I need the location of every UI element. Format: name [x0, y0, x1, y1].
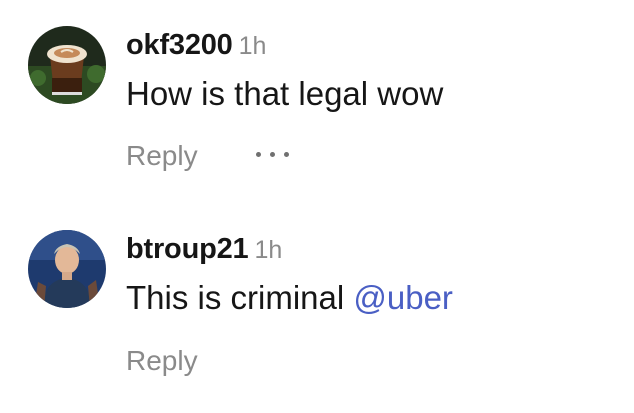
comment-header: btroup21 1h [126, 233, 282, 266]
comment-body: This is criminal [126, 279, 354, 316]
reply-button[interactable]: Reply [126, 140, 198, 172]
comment-header: okf3200 1h [126, 29, 266, 62]
comment-body: How is that legal wow [126, 75, 444, 112]
comment-text: This is criminal @uber [126, 279, 453, 317]
coffee-avatar-icon [28, 26, 106, 104]
avatar[interactable] [28, 26, 106, 104]
username[interactable]: btroup21 [126, 233, 249, 265]
avatar[interactable] [28, 230, 106, 308]
timestamp: 1h [254, 236, 283, 264]
reply-button[interactable]: Reply [126, 345, 198, 377]
more-options-icon[interactable] [254, 145, 294, 165]
username[interactable]: okf3200 [126, 29, 233, 61]
timestamp: 1h [238, 32, 267, 60]
person-avatar-icon [28, 230, 106, 308]
comment-text: How is that legal wow [126, 75, 443, 113]
mention-link[interactable]: @uber [353, 279, 453, 316]
